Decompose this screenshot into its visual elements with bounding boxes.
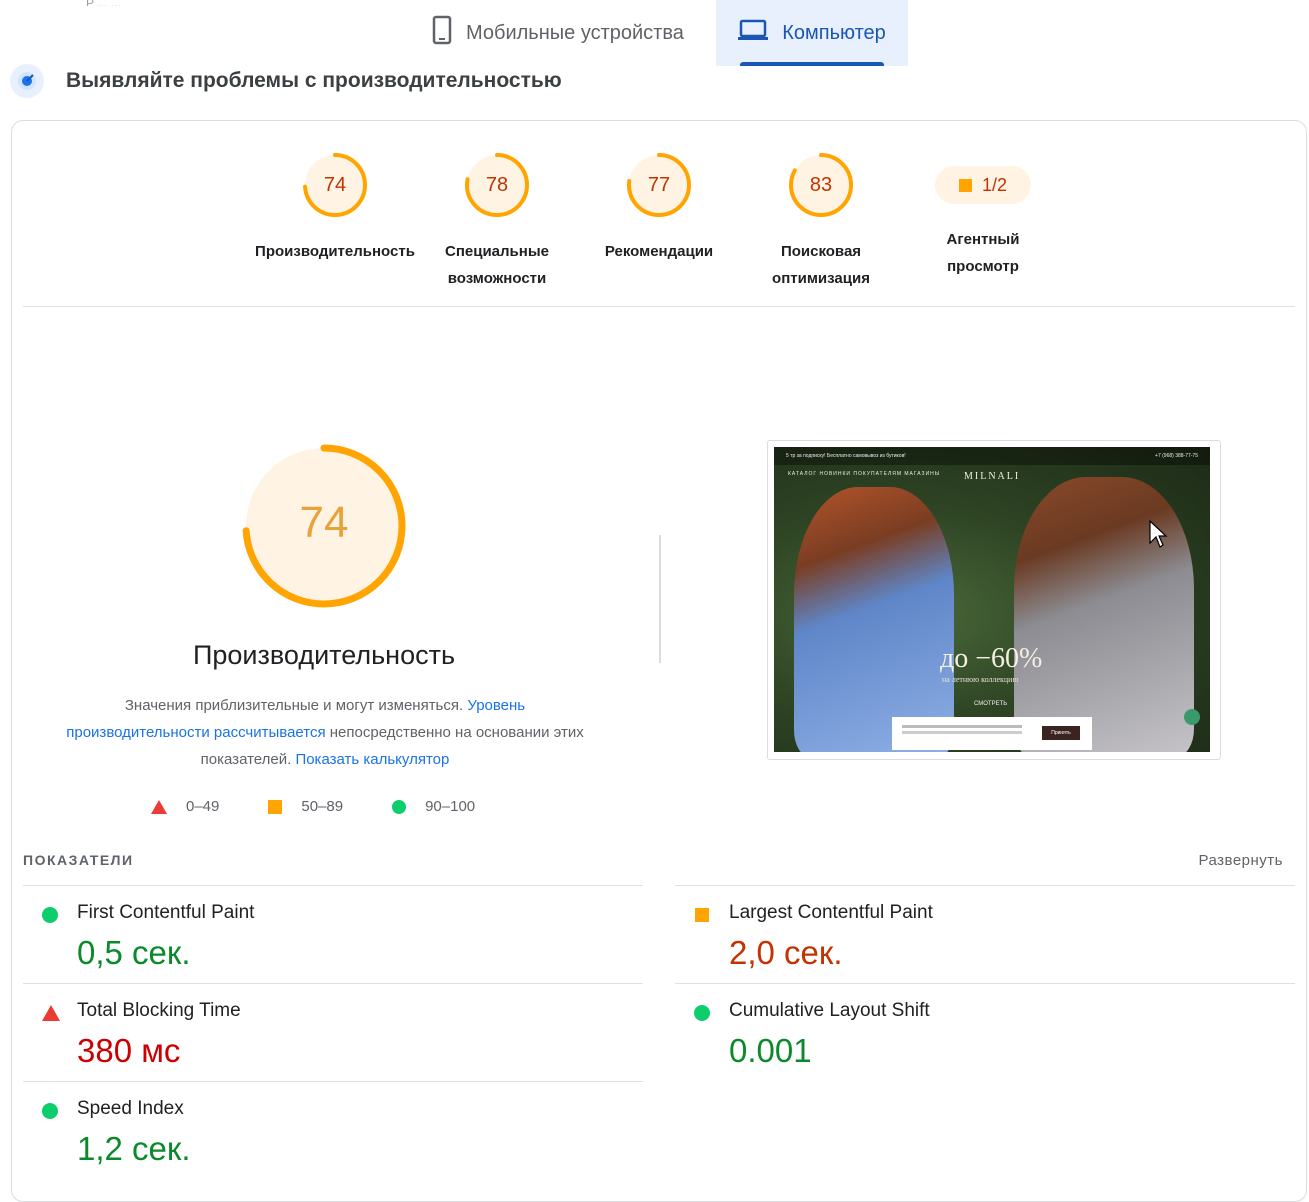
- divider: [23, 306, 1295, 307]
- model-figure-left: [794, 487, 954, 752]
- triangle-icon: [151, 799, 167, 814]
- site-nav: КАТАЛОГ НОВИНКИ ПОКУПАТЕЛЯМ МАГАЗИНЫ: [788, 471, 941, 477]
- screenshot-image: 5 тр за подписку! Бесплатно самовывоз из…: [774, 447, 1210, 752]
- vertical-divider: [659, 535, 661, 663]
- gauge-label: Агентный просмотр: [946, 231, 1020, 275]
- laptop-icon: [738, 19, 769, 47]
- gauge-label: Специальные возможности: [445, 243, 549, 287]
- gauge-label: Производительность: [255, 243, 415, 260]
- device-tabs: Р ... ... Мобильные устройства Компьютер: [0, 0, 1309, 66]
- gauge-value: 74: [323, 174, 347, 196]
- metrics-header: ПОКАЗАТЕЛИ: [23, 852, 134, 868]
- gauge-value: 83: [809, 174, 833, 196]
- main-score-value: 74: [299, 498, 349, 547]
- legend-item-poor: 0–49: [150, 798, 219, 815]
- good-circle-icon: [42, 1103, 58, 1119]
- score-legend: 0–49 50–89 90–100: [150, 798, 523, 815]
- gauge-value: 77: [647, 174, 671, 196]
- average-square-icon: [695, 908, 709, 922]
- metric-name: Cumulative Layout Shift: [729, 1000, 930, 1021]
- gauge-label: Рекомендации: [604, 243, 714, 260]
- metric-cls: Cumulative Layout Shift 0.001: [675, 983, 1295, 1082]
- gauge-performance[interactable]: 74 Производительность: [250, 150, 420, 265]
- metric-value: 380 мс: [77, 1032, 181, 1069]
- metric-value: 0.001: [729, 1032, 812, 1069]
- metric-name: Speed Index: [77, 1098, 184, 1119]
- gauge-label: Поисковая оптимизация: [772, 243, 870, 287]
- performance-icon: [10, 64, 44, 98]
- site-cta: СМОТРЕТЬ: [974, 701, 1008, 707]
- phone-icon: [1184, 709, 1200, 725]
- site-cookie-banner: Принять: [892, 717, 1092, 750]
- gauge-best-practices[interactable]: 77 Рекомендации: [574, 150, 744, 265]
- site-topbar: 5 тр за подписку! Бесплатно самовывоз из…: [774, 447, 1210, 465]
- metric-value: 2,0 сек.: [729, 934, 843, 971]
- final-screenshot[interactable]: 5 тр за подписку! Бесплатно самовывоз из…: [767, 440, 1221, 760]
- gauge-value: 78: [485, 174, 509, 196]
- active-tab-indicator: [740, 62, 884, 66]
- score-gauges: 74 Производительность 78 Специальные возм…: [250, 150, 1050, 290]
- metric-name: First Contentful Paint: [77, 902, 255, 923]
- main-score-title: Производительность: [192, 640, 456, 670]
- smartphone-icon: [432, 15, 452, 51]
- agentic-score-pill: 1/2: [935, 166, 1031, 204]
- average-square-icon: [958, 178, 972, 192]
- metric-name: Largest Contentful Paint: [729, 902, 933, 923]
- score-description: Значения приблизительные и могут изменят…: [66, 697, 584, 768]
- metric-lcp: Largest Contentful Paint 2,0 сек.: [675, 885, 1295, 984]
- gauge-seo[interactable]: 83 Поисковая оптимизация: [736, 150, 906, 292]
- tab-desktop-label: Компьютер: [782, 21, 886, 44]
- cookie-text: [902, 725, 1022, 728]
- faint-top-text: Р ... ...: [86, 0, 121, 6]
- metric-fcp: First Contentful Paint 0,5 сек.: [23, 885, 643, 984]
- tab-mobile-label: Мобильные устройства: [466, 21, 684, 44]
- metric-value: 1,2 сек.: [77, 1130, 191, 1167]
- legend-item-average: 50–89: [267, 798, 343, 815]
- section-heading: Выявляйте проблемы с производительностью: [10, 64, 562, 98]
- circle-icon: [392, 799, 407, 814]
- agentic-score-value: 1/2: [981, 174, 1008, 195]
- gauge-accessibility[interactable]: 78 Специальные возможности: [412, 150, 582, 292]
- expand-metrics-button[interactable]: Развернуть: [1198, 852, 1283, 869]
- gauge-agentic-browsing[interactable]: 1/2 Агентный просмотр: [898, 150, 1068, 280]
- poor-triangle-icon: [42, 1005, 60, 1021]
- main-performance-gauge: 74: [238, 440, 410, 612]
- good-circle-icon: [694, 1005, 710, 1021]
- cookie-accept-button: Принять: [1042, 726, 1080, 740]
- tab-mobile[interactable]: Мобильные устройства: [432, 0, 716, 66]
- metric-speed-index: Speed Index 1,2 сек.: [23, 1081, 643, 1180]
- site-logo: MILNALI: [964, 471, 1021, 482]
- metric-value: 0,5 сек.: [77, 934, 191, 971]
- site-promo: до −60%: [940, 643, 1043, 674]
- site-promo-sub: на летнюю коллекцию: [942, 675, 1019, 684]
- legend-item-good: 90–100: [391, 798, 475, 815]
- square-icon: [268, 799, 283, 814]
- show-calculator-link[interactable]: Показать калькулятор: [295, 751, 449, 768]
- cursor-icon: [1149, 519, 1168, 548]
- metric-name: Total Blocking Time: [77, 1000, 241, 1021]
- section-heading-text: Выявляйте проблемы с производительностью: [66, 69, 562, 92]
- good-circle-icon: [42, 907, 58, 923]
- metric-tbt: Total Blocking Time 380 мс: [23, 983, 643, 1082]
- tab-desktop[interactable]: Компьютер: [716, 0, 908, 66]
